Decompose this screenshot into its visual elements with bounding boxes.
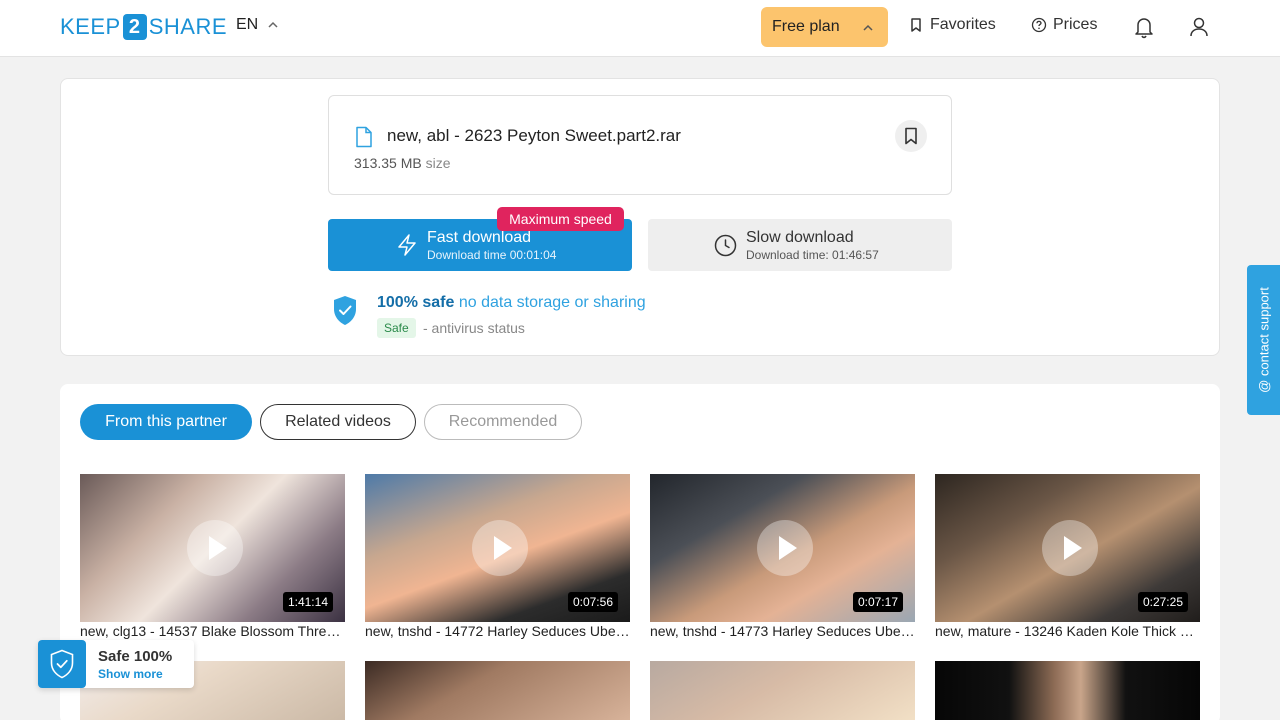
user-icon[interactable]: [1188, 15, 1210, 39]
video-thumbnail[interactable]: 0:07:56: [365, 474, 630, 622]
bookmark-icon: [911, 18, 921, 32]
video-title[interactable]: new, tnshd - 14772 Harley Seduces Uber D…: [365, 623, 630, 639]
safe-widget[interactable]: Safe 100% Show more: [38, 640, 194, 688]
tab-related-videos[interactable]: Related videos: [260, 404, 416, 440]
contact-support-button[interactable]: @ contact support: [1247, 265, 1280, 415]
bookmark-icon: [905, 127, 917, 145]
slow-download-button[interactable]: Slow download Download time: 01:46:57: [648, 219, 952, 271]
lightning-icon: [398, 234, 416, 256]
tab-recommended[interactable]: Recommended: [424, 404, 582, 440]
bell-icon[interactable]: [1133, 15, 1155, 39]
video-duration: 0:27:25: [1137, 592, 1188, 612]
play-icon: [1042, 520, 1098, 576]
tab-from-this-partner[interactable]: From this partner: [80, 404, 252, 440]
chevron-up-icon: [268, 21, 278, 28]
clock-icon: [714, 234, 737, 257]
help-circle-icon: [1031, 17, 1047, 33]
file-size: 313.35 MB size: [354, 155, 451, 171]
file-name: new, abl - 2623 Peyton Sweet.part2.rar: [387, 126, 681, 145]
free-plan-button[interactable]: Free plan: [761, 7, 888, 47]
chevron-up-icon: [863, 24, 873, 31]
logo-text-right: SHARE: [148, 14, 227, 39]
fast-download-time: Download time 00:01:04: [427, 248, 557, 262]
language-label: EN: [236, 16, 259, 33]
video-thumbnail[interactable]: 1:41:14: [80, 474, 345, 622]
max-speed-badge: Maximum speed: [497, 207, 624, 231]
safety-strong: 100% safe: [377, 294, 455, 311]
video-duration: 0:07:17: [852, 592, 903, 612]
file-info-card: new, abl - 2623 Peyton Sweet.part2.rar 3…: [328, 95, 952, 195]
antivirus-status-label: - antivirus status: [423, 320, 525, 336]
keep2share-logo[interactable]: KEEP 2 SHARE: [60, 14, 227, 40]
play-icon: [187, 520, 243, 576]
safety-light: no data storage or sharing: [458, 294, 646, 311]
video-duration: 1:41:14: [282, 592, 333, 612]
contact-support-label: @ contact support: [1256, 287, 1271, 393]
show-more-link[interactable]: Show more: [98, 667, 163, 681]
favorites-label: Favorites: [930, 16, 996, 33]
logo-text-left: KEEP: [60, 14, 121, 39]
video-thumbnail[interactable]: [365, 661, 630, 720]
safe-badge: [38, 640, 86, 688]
fast-download-title: Fast download: [427, 229, 532, 246]
language-selector[interactable]: EN: [236, 16, 278, 34]
safety-statement: 100% safe no data storage or sharing: [377, 294, 646, 312]
file-size-unit: size: [425, 155, 451, 171]
video-duration: 0:07:56: [567, 592, 618, 612]
video-title[interactable]: new, tnshd - 14773 Harley Seduces Uber D…: [650, 623, 915, 639]
prices-label: Prices: [1053, 16, 1098, 33]
plan-label: Free plan: [772, 18, 840, 35]
shield-check-icon: [50, 649, 74, 679]
shield-check-icon: [334, 296, 356, 325]
antivirus-safe-tag: Safe: [377, 318, 416, 338]
file-icon: [356, 126, 372, 148]
prices-link[interactable]: Prices: [1031, 16, 1097, 34]
video-thumbnail[interactable]: [935, 661, 1200, 720]
video-title[interactable]: new, clg13 - 14537 Blake Blossom Threeso…: [80, 623, 345, 639]
logo-badge: 2: [122, 14, 147, 40]
favorites-link[interactable]: Favorites: [908, 16, 996, 34]
safe-widget-title: Safe 100%: [98, 648, 173, 665]
play-icon: [472, 520, 528, 576]
file-size-value: 313.35 MB: [354, 155, 422, 171]
slow-download-time: Download time: 01:46:57: [746, 248, 879, 262]
video-thumbnail[interactable]: [650, 661, 915, 720]
slow-download-title: Slow download: [746, 229, 854, 246]
play-icon: [757, 520, 813, 576]
video-title[interactable]: new, mature - 13246 Kaden Kole Thick Mil…: [935, 623, 1200, 639]
add-favorite-button[interactable]: [895, 120, 927, 152]
video-thumbnail[interactable]: 0:27:25: [935, 474, 1200, 622]
top-header: KEEP 2 SHARE EN Free plan Favorites Pric…: [0, 0, 1280, 57]
video-thumbnail[interactable]: 0:07:17: [650, 474, 915, 622]
